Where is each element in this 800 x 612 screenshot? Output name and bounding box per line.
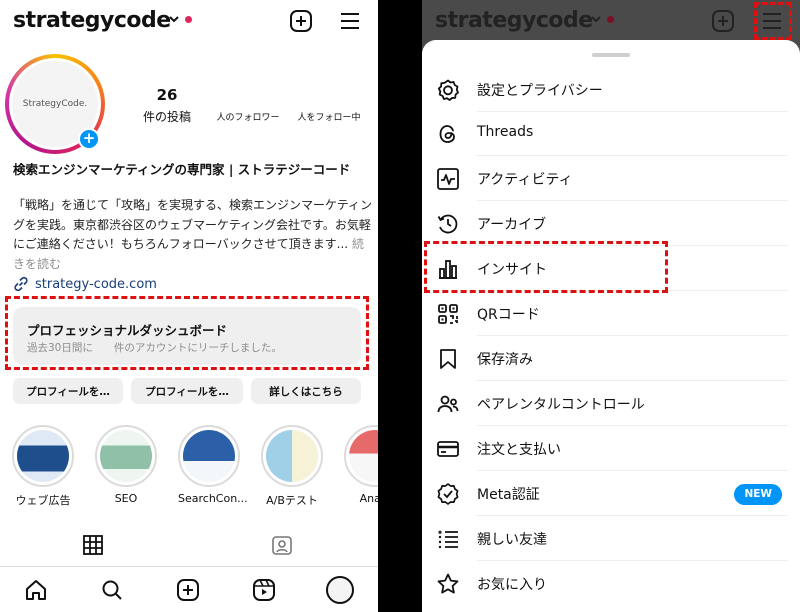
link-icon (14, 276, 28, 292)
new-badge: NEW (734, 484, 782, 505)
highlight-label: A/Bテスト (266, 494, 318, 507)
profile-avatar-icon[interactable] (326, 576, 354, 604)
add-story-plus-icon[interactable]: + (78, 128, 100, 150)
menu-item-threads[interactable]: Threads (422, 112, 800, 156)
notification-dot (607, 16, 614, 23)
chevron-down-icon (591, 16, 601, 23)
threads-icon (439, 125, 455, 143)
username-title: strategycode (435, 8, 593, 33)
following-label[interactable]: 人をフォロー中 (289, 110, 369, 123)
bio-text: 「戦略」を通じて「攻略」を実現する、検索エンジンマーケティングを実践。東京都渋谷… (13, 196, 373, 274)
website-link-text[interactable]: strategy-code.com (35, 277, 157, 292)
highlight-item[interactable]: ウェブ広告 (12, 425, 74, 508)
sheet-grab-handle[interactable] (592, 53, 630, 57)
edit-profile-button[interactable]: プロフィールを… (13, 378, 123, 404)
reels-icon[interactable] (252, 578, 276, 602)
menu-item-archive[interactable]: アーカイブ (422, 202, 800, 246)
panel-divider (378, 0, 422, 612)
annotation-highlight-box (424, 241, 668, 293)
search-icon[interactable] (100, 578, 124, 602)
close-friends-list-icon (437, 530, 458, 549)
parental-control-icon (437, 395, 459, 413)
menu-item-label: アーカイブ (477, 217, 547, 233)
bio-body: 「戦略」を通じて「攻略」を実現する、検索エンジンマーケティングを実践。東京都渋谷… (13, 198, 373, 251)
profile-header: strategycode (0, 0, 378, 42)
menu-item-label: お気に入り (477, 577, 547, 593)
menu-item-qr-code[interactable]: QRコード (422, 292, 800, 336)
menu-item-activity[interactable]: アクティビティ (422, 157, 800, 201)
menu-item-label: Threads (477, 124, 534, 140)
menu-item-parental-control[interactable]: ペアレンタルコントロール (422, 382, 800, 426)
posts-label[interactable]: 件の投稿 (135, 108, 199, 125)
create-post-icon[interactable] (176, 578, 200, 602)
activity-icon (437, 168, 459, 190)
posts-count: 26 (156, 86, 178, 104)
menu-item-favorites[interactable]: お気に入り (422, 562, 800, 606)
menu-item-label: QRコード (477, 307, 540, 323)
create-plus-icon (712, 10, 734, 32)
menu-item-close-friends[interactable]: 親しい友達 (422, 517, 800, 561)
menu-item-label: 注文と支払い (477, 442, 561, 458)
menu-item-label: ペアレンタルコントロール (477, 397, 645, 413)
highlight-label: Analy (359, 492, 378, 505)
archive-icon (437, 214, 458, 234)
qr-code-icon (438, 304, 458, 324)
highlight-item[interactable]: SearchCon... (178, 425, 248, 505)
star-icon (437, 573, 459, 594)
bookmark-icon (440, 349, 456, 369)
highlight-item[interactable]: Analy (344, 425, 378, 505)
bottom-navigation (0, 566, 378, 612)
notification-dot (185, 16, 192, 23)
verified-badge-icon (437, 483, 459, 505)
settings-gear-icon (437, 79, 459, 101)
followers-label[interactable]: 人のフォロワー (208, 110, 288, 123)
menu-item-label: 保存済み (477, 352, 533, 368)
menu-item-label: アクティビティ (477, 172, 573, 188)
tagged-tab-icon[interactable] (271, 534, 293, 556)
highlight-label: SearchCon... (178, 492, 248, 505)
grid-tab-icon[interactable] (82, 534, 104, 556)
menu-screen: strategycode 設定とプライバシー Threads アクティビティ ア… (422, 0, 800, 612)
credit-card-icon (437, 441, 459, 457)
share-profile-button[interactable]: プロフィールを… (131, 378, 243, 404)
profile-screen: strategycode StrategyCode. + 26 件の投稿 人のフ… (0, 0, 378, 612)
hamburger-menu-icon[interactable] (338, 9, 362, 33)
menu-item-meta-verified[interactable]: Meta認証 NEW (422, 472, 800, 516)
home-icon[interactable] (24, 578, 48, 602)
learn-more-button[interactable]: 詳しくはこちら (251, 378, 361, 404)
annotation-highlight-box (5, 296, 369, 370)
profile-tab-bar (0, 528, 378, 564)
menu-item-orders-payments[interactable]: 注文と支払い (422, 427, 800, 471)
username-title[interactable]: strategycode (13, 8, 171, 33)
menu-item-label: 親しい友達 (477, 532, 547, 548)
highlight-label: SEO (114, 492, 138, 505)
annotation-highlight-box (754, 2, 792, 40)
menu-item-label: 設定とプライバシー (477, 83, 603, 99)
website-link[interactable]: strategy-code.com (13, 276, 157, 292)
highlight-item[interactable]: SEO (95, 425, 157, 505)
bio-display-name: 検索エンジンマーケティングの専門家 | ストラテジーコード (13, 162, 351, 177)
menu-bottom-sheet: 設定とプライバシー Threads アクティビティ アーカイブ インサイト QR… (422, 40, 800, 612)
menu-item-saved[interactable]: 保存済み (422, 337, 800, 381)
chevron-down-icon[interactable] (168, 12, 180, 26)
highlight-item[interactable]: A/Bテスト (261, 425, 323, 508)
highlight-label: ウェブ広告 (15, 494, 71, 507)
menu-item-settings[interactable]: 設定とプライバシー (422, 68, 800, 112)
menu-item-label: Meta認証 (477, 487, 540, 503)
create-plus-icon[interactable] (289, 9, 313, 33)
profile-header-dimmed: strategycode (422, 0, 800, 42)
